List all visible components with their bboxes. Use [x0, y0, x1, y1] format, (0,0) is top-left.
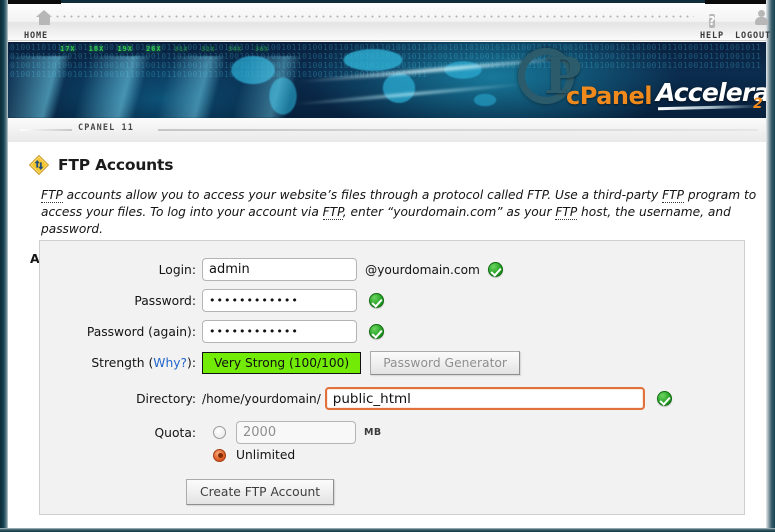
page-description: FTP accounts allow you to access your we… [41, 187, 766, 238]
window-right-border [766, 0, 775, 532]
strength-why-link[interactable]: Why? [153, 356, 187, 370]
logo-cpanel-text: cPanel [566, 82, 652, 110]
desc-part-f: , enter “yourdomain.com” as your [342, 205, 556, 219]
quota-unlimited-label: Unlimited [236, 448, 296, 462]
abbr-ftp-3: FTP [322, 205, 343, 220]
breadcrumb-label[interactable]: CPANEL 11 [78, 123, 134, 133]
nav-item-help[interactable]: ? HELP [693, 10, 731, 41]
strength-label: Strength (Why?): [40, 356, 196, 370]
nav-item-logout[interactable]: LOGOUT [730, 10, 775, 41]
home-icon [12, 10, 60, 29]
form-row-password: Password: [40, 289, 746, 312]
password-generator-button[interactable]: Password Generator [370, 351, 520, 375]
nav-dotted-divider [54, 15, 694, 18]
password-valid-check-icon [369, 293, 384, 308]
abbr-ftp-4: FTP [555, 205, 578, 220]
quota-label: Quota: [154, 425, 197, 440]
window-left-border [0, 0, 8, 532]
login-domain-suffix: @yourdomain.com [365, 262, 480, 277]
password-again-valid-check-icon [369, 324, 384, 339]
breadcrumb-rule-right [158, 129, 758, 131]
password-input[interactable] [202, 289, 357, 312]
ftp-transfer-icon [28, 154, 50, 176]
logo-superscript-two: 2 [753, 96, 763, 112]
strength-label-prefix: Strength ( [91, 356, 154, 370]
quota-unlimited-radio[interactable] [213, 448, 226, 462]
logo-accelerated-text: Accelerated [656, 78, 766, 107]
form-row-strength: Strength (Why?): Very Strong (100/100) P… [40, 351, 746, 375]
quota-unit-label: MB [364, 427, 382, 438]
quota-amount-radio[interactable] [213, 426, 226, 439]
stat-7: 36X [255, 46, 269, 53]
user-icon [730, 10, 775, 29]
password-label: Password: [134, 293, 196, 308]
directory-label: Directory: [136, 391, 196, 406]
directory-valid-check-icon [656, 391, 672, 406]
banner-stat-numbers: 17X 18X 19X 26X 31X 32X 34X 36X [60, 45, 282, 53]
cpanel-window: HOME ? HELP LOGOUT 010011010100101101001… [0, 0, 775, 532]
stat-5: 32X [201, 46, 216, 53]
nav-logout-label: LOGOUT [734, 31, 772, 41]
add-ftp-account-panel: Login: @yourdomain.com Password: Passwor… [39, 240, 745, 515]
quota-amount-input[interactable] [236, 421, 356, 444]
page-title: FTP Accounts [58, 156, 174, 174]
form-row-quota-unlimited: Unlimited [40, 448, 746, 462]
form-row-password-again: Password (again): [40, 320, 746, 343]
password-again-input[interactable] [202, 320, 357, 343]
nav-item-home[interactable]: HOME [12, 10, 60, 41]
directory-path-prefix: /home/yourdomain/ [202, 391, 321, 406]
nav-home-label: HOME [23, 31, 49, 41]
login-valid-check-icon [487, 262, 503, 277]
strength-label-suffix: ): [187, 356, 196, 370]
login-input[interactable] [202, 258, 357, 281]
stat-1: 18X [88, 45, 105, 53]
abbr-ftp-1: FTP [41, 188, 63, 203]
page-header: FTP Accounts [28, 154, 750, 176]
cpanel-banner: 0100110101001011010010110100101101001011… [8, 42, 766, 118]
nav-help-label: HELP [699, 31, 725, 41]
login-label: Login: [158, 262, 196, 277]
password-again-label: Password (again): [86, 324, 196, 339]
stat-4: 31X [174, 46, 189, 53]
cpanel-logo: P cPanel Accelerated 2 [508, 48, 766, 116]
form-row-quota-amount: Quota: MB [40, 421, 746, 444]
form-row-login: Login: @yourdomain.com [40, 258, 746, 281]
directory-input[interactable] [324, 387, 645, 410]
breadcrumb-rule-left [20, 129, 72, 131]
form-row-submit: Create FTP Account [40, 479, 746, 505]
desc-part-b: accounts allow you to access your websit… [62, 188, 663, 202]
stat-6: 34X [228, 46, 243, 53]
create-ftp-account-button[interactable]: Create FTP Account [186, 479, 335, 505]
breadcrumb: CPANEL 11 [8, 118, 766, 142]
window-bottom-border [0, 528, 775, 532]
window-top-edge [0, 0, 775, 3]
form-row-directory: Directory: /home/yourdomain/ [40, 387, 746, 410]
password-strength-badge: Very Strong (100/100) [202, 352, 362, 374]
stat-3: 26X [145, 45, 162, 53]
top-navigation-bar: HOME ? HELP LOGOUT [8, 4, 770, 41]
question-mark-icon: ? [708, 14, 716, 28]
abbr-ftp-2: FTP [662, 188, 684, 203]
stat-0: 17X [60, 45, 76, 53]
stat-2: 19X [117, 45, 133, 53]
